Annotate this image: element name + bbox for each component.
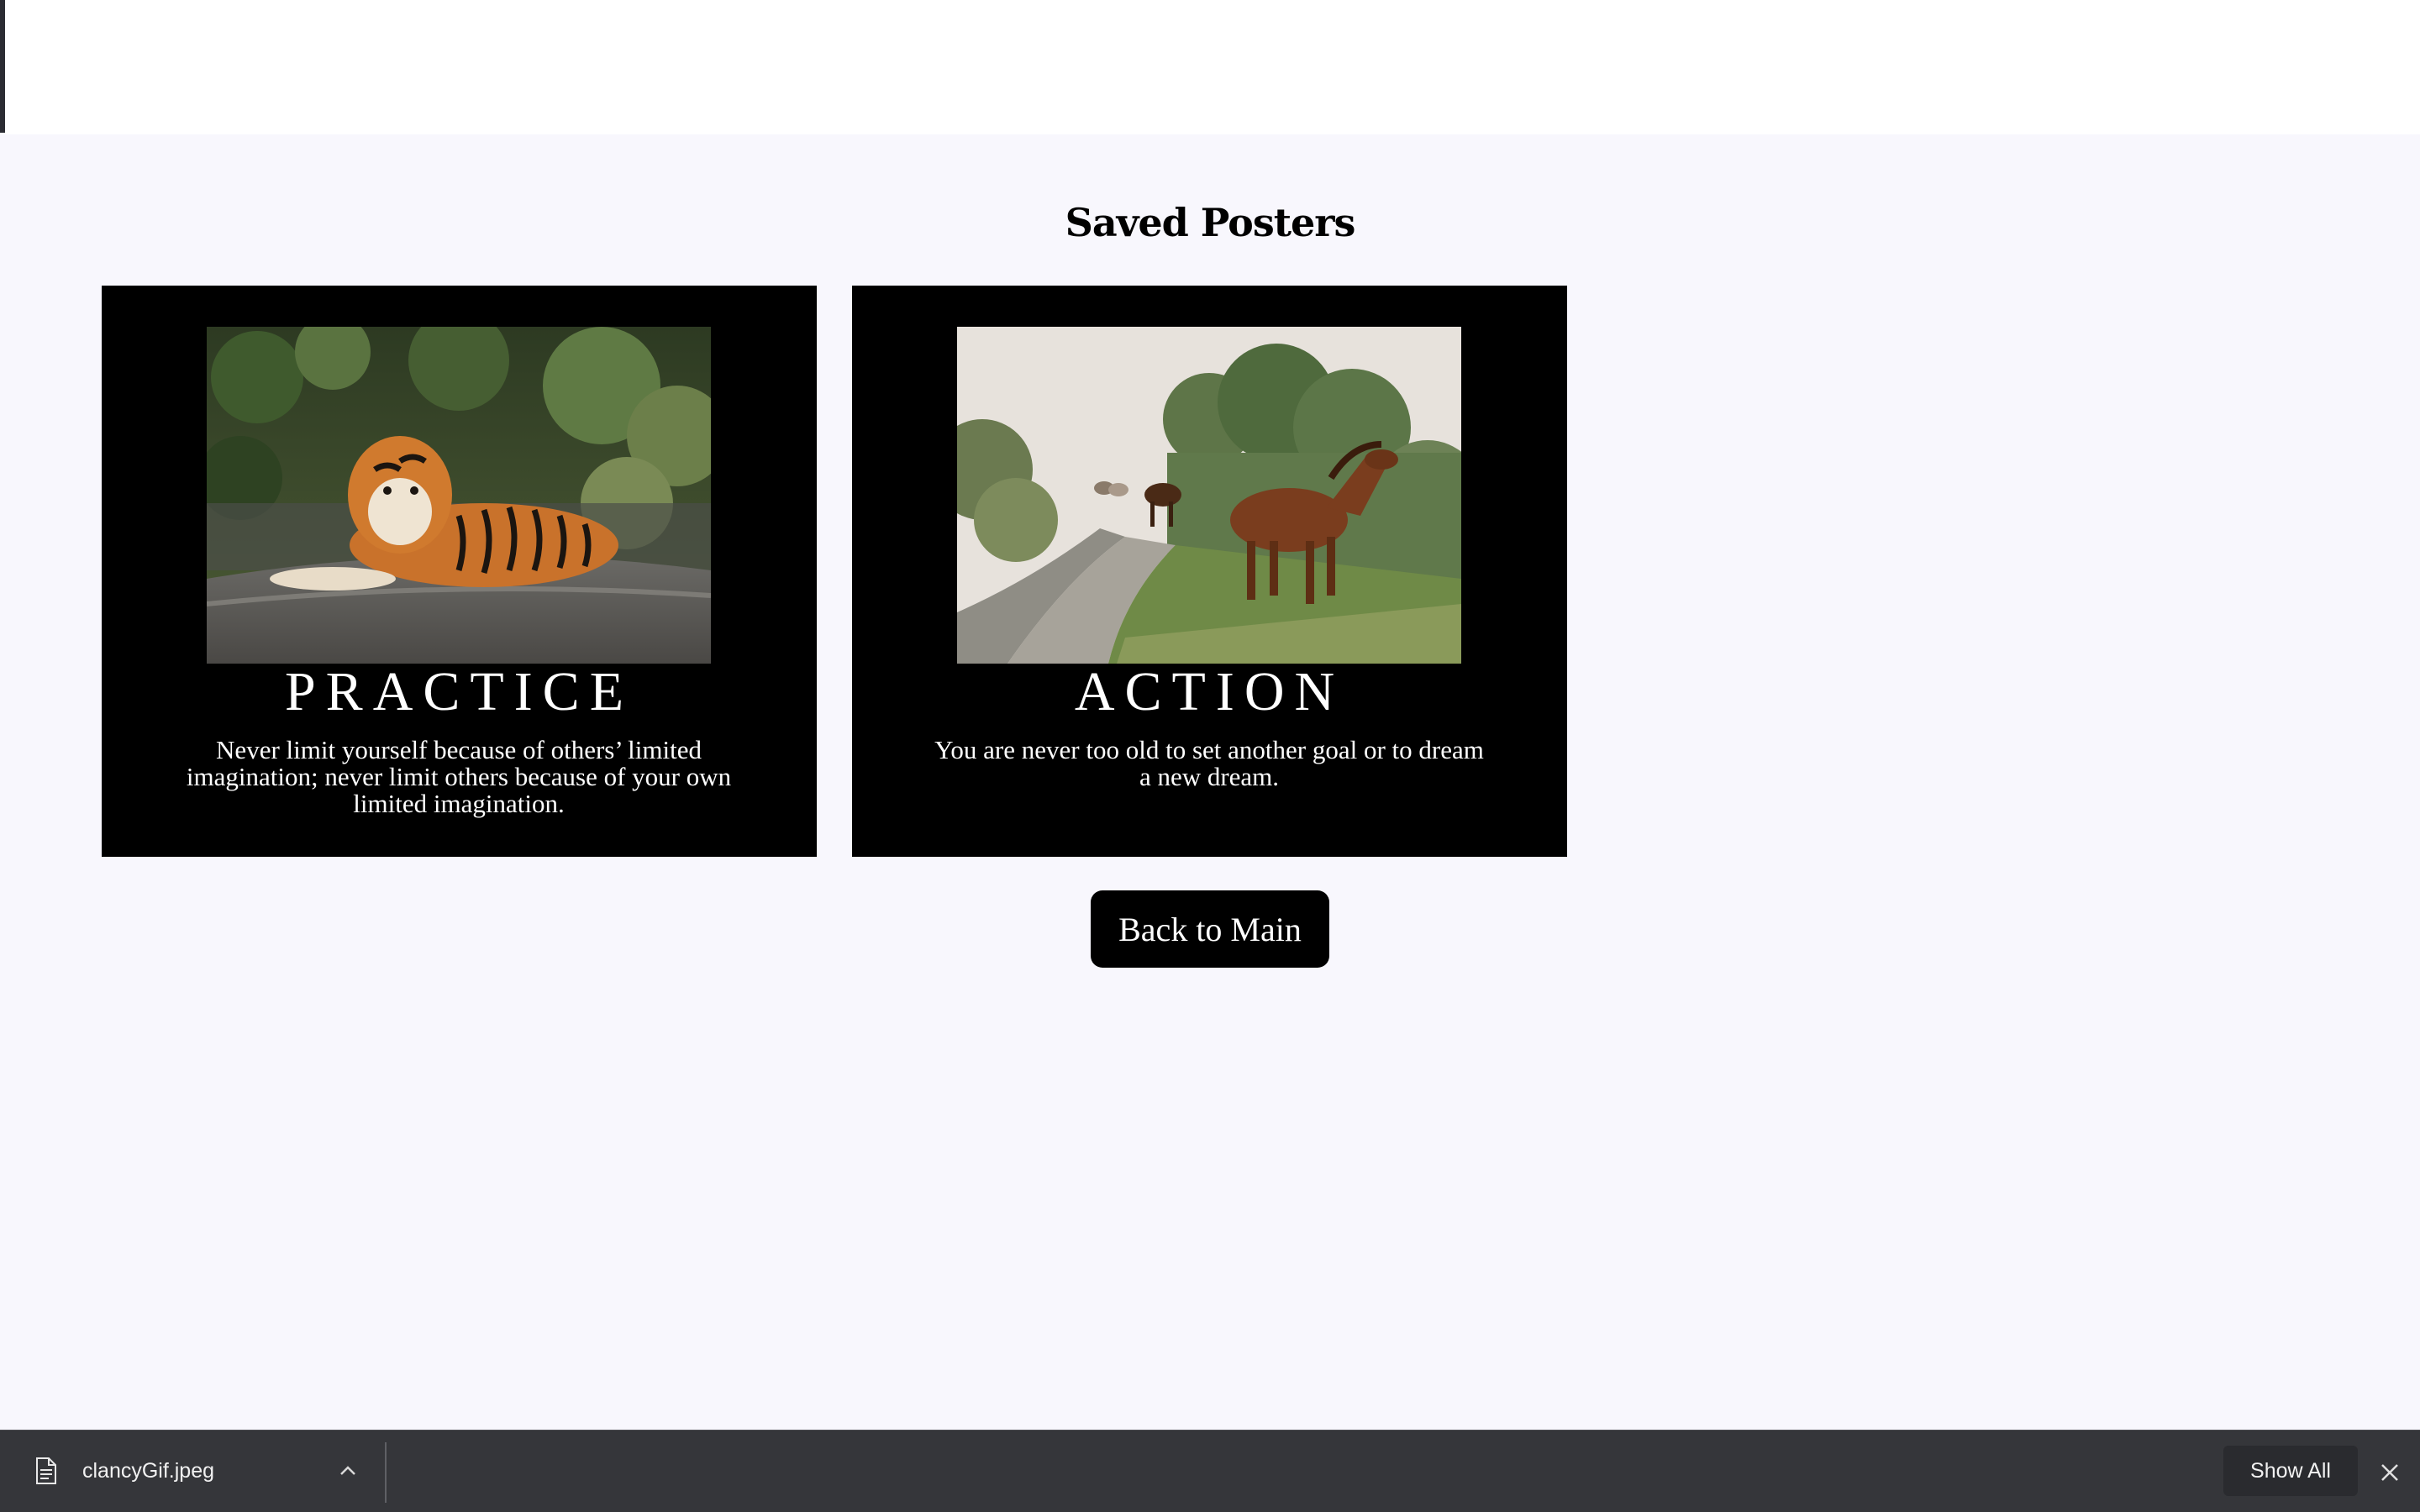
close-icon[interactable]	[2378, 1461, 2402, 1484]
document-icon	[36, 1457, 56, 1484]
show-all-button[interactable]: Show All	[2223, 1446, 2358, 1496]
top-header-area	[0, 0, 2420, 134]
page-title: Saved Posters	[1065, 200, 1356, 245]
chevron-up-icon[interactable]	[336, 1461, 360, 1481]
download-item[interactable]: clancyGif.jpeg	[0, 1431, 385, 1512]
poster-image-horses	[957, 327, 1461, 664]
poster-title: ACTION	[1074, 661, 1345, 722]
download-file-name: clancyGif.jpeg	[82, 1459, 215, 1483]
horses-photo	[957, 327, 1461, 664]
back-to-main-button[interactable]: Back to Main	[1091, 890, 1329, 968]
poster-quote: You are never too old to set another goa…	[934, 735, 1484, 791]
poster-card[interactable]: PRACTICE Never limit yourself because of…	[102, 286, 817, 857]
download-bar: clancyGif.jpeg Show All	[0, 1430, 2420, 1512]
poster-image-tiger	[207, 327, 711, 664]
download-divider	[385, 1442, 387, 1503]
tiger-photo	[207, 327, 711, 664]
window-edge	[0, 0, 5, 133]
poster-quote: Never limit yourself because of others’ …	[186, 735, 732, 818]
poster-card[interactable]: ACTION You are never too old to set anot…	[852, 286, 1567, 857]
poster-title: PRACTICE	[284, 661, 634, 722]
